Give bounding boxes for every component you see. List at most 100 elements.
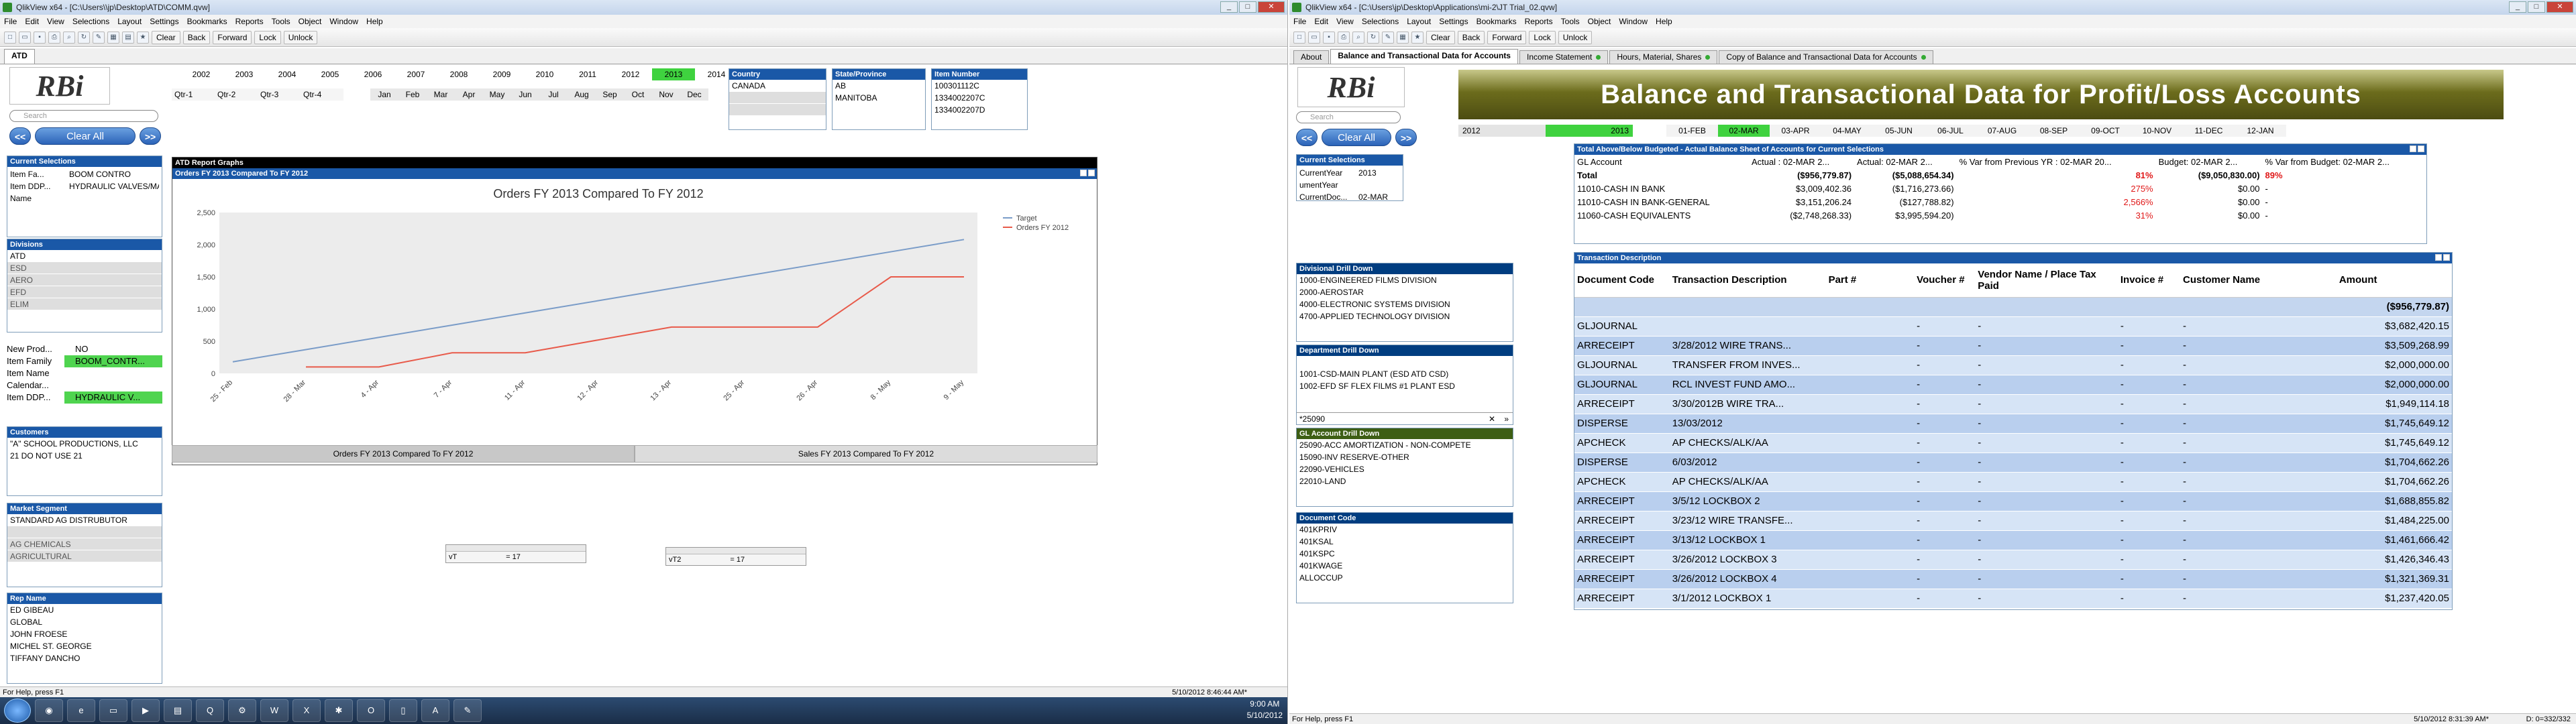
list-item[interactable]: 22010-LAND xyxy=(1297,475,1513,487)
maximize-icon[interactable]: □ xyxy=(2528,1,2545,13)
filter-row[interactable]: Item Name xyxy=(7,367,162,379)
table-row[interactable]: GLJOURNAL TRANSFER FROM INVES... - - - - $2,00… xyxy=(1574,355,2452,375)
search-icon[interactable]: ⌕ xyxy=(1352,31,1364,44)
star-icon[interactable]: ★ xyxy=(137,31,149,44)
year-option[interactable]: 2010 xyxy=(523,68,566,80)
maximize-icon[interactable]: □ xyxy=(1239,1,1256,13)
reload-icon[interactable]: ↻ xyxy=(78,31,90,44)
year-option[interactable]: 2006 xyxy=(352,68,394,80)
year-option[interactable]: 2007 xyxy=(394,68,437,80)
search-icon[interactable]: ⌕ xyxy=(63,31,75,44)
sheet-properties-icon[interactable]: ▤ xyxy=(122,31,134,44)
chart-tab-orders[interactable]: Orders FY 2013 Compared To FY 2012 xyxy=(172,445,635,463)
table-row[interactable]: ARRECEIPT 3/30/2012B WIRE TRA... - - - - $1,94… xyxy=(1574,394,2452,414)
selection-row[interactable]: umentYear xyxy=(1299,179,1400,191)
month-option[interactable]: Sep xyxy=(596,88,624,101)
table-row[interactable]: ARRECEIPT 3/26/2012 LOCKBOX 4- - - - $1,321,3… xyxy=(1574,569,2452,589)
qlikview-icon[interactable]: Q xyxy=(196,699,224,722)
year-option[interactable]: 2002 xyxy=(180,68,223,80)
list-item[interactable]: MICHEL ST. GEORGE xyxy=(7,640,162,652)
acrobat-icon[interactable]: A xyxy=(421,699,449,722)
date-option[interactable]: 04-MAY xyxy=(1821,125,1873,137)
column-header[interactable]: Actual : 02-MAR 2... xyxy=(1749,155,1854,168)
forward-button[interactable]: Forward xyxy=(1487,30,1527,44)
list-item[interactable]: STANDARD AG DISTRUBUTOR xyxy=(7,514,162,526)
year-option[interactable]: 2008 xyxy=(437,68,480,80)
date-option[interactable]: 02-MAR xyxy=(1718,125,1770,137)
transaction-table[interactable]: Document Code Transaction Description Part… xyxy=(1574,263,2452,609)
summary-minimize-icon[interactable] xyxy=(2418,145,2424,152)
date-option[interactable]: 05-JUN xyxy=(1873,125,1925,137)
date-option[interactable]: 10-NOV xyxy=(2131,125,2183,137)
next-search-icon[interactable]: » xyxy=(1504,413,1509,424)
folder-icon[interactable]: ▯ xyxy=(389,699,417,722)
list-item[interactable]: AB xyxy=(833,80,925,92)
star-icon[interactable]: ★ xyxy=(1411,31,1424,44)
filter-row[interactable]: Item Family BOOM_CONTR... xyxy=(7,355,162,367)
menu-item[interactable]: Settings xyxy=(150,17,178,26)
column-header[interactable]: Part # xyxy=(1825,263,1915,298)
table-row[interactable]: ARRECEIPT 3/23/12 WIRE TRANSFE... - - - - $1,4… xyxy=(1574,511,2452,531)
date-option[interactable]: 07-AUG xyxy=(1976,125,2028,137)
tab-1[interactable]: Balance and Transactional Data for Accou… xyxy=(1330,49,1518,64)
clear-button[interactable]: Clear xyxy=(1426,30,1455,44)
search-input[interactable]: Search xyxy=(1296,111,1401,123)
year-option[interactable]: 2013 xyxy=(1546,125,1633,137)
menu-item[interactable]: Tools xyxy=(272,17,290,26)
list-item[interactable] xyxy=(729,104,826,116)
year-option[interactable]: 2013 xyxy=(652,68,695,80)
lock-button[interactable]: Lock xyxy=(1529,30,1556,44)
filter-value[interactable]: NO xyxy=(64,343,162,355)
filter-row[interactable]: Calendar... xyxy=(7,379,162,391)
list-item[interactable]: AERO xyxy=(7,274,162,286)
table-row[interactable]: APCHECK AP CHECKS/ALK/AA - - - - $1,745,649.12 xyxy=(1574,433,2452,453)
new-icon[interactable]: □ xyxy=(1293,31,1305,44)
column-header[interactable]: Actual: 02-MAR 2... xyxy=(1854,155,1957,168)
minimize-icon[interactable]: _ xyxy=(2509,1,2526,13)
year-option[interactable]: 2004 xyxy=(266,68,309,80)
year-option[interactable]: 2009 xyxy=(480,68,523,80)
list-item[interactable]: ESD xyxy=(7,262,162,274)
month-option[interactable]: Feb xyxy=(398,88,427,101)
selection-row[interactable]: CurrentDoc... 02-MAR xyxy=(1299,191,1400,200)
year-option[interactable]: 2003 xyxy=(223,68,266,80)
quarter-option[interactable]: Qtr-2 xyxy=(215,88,258,101)
column-header[interactable]: Customer Name xyxy=(2180,263,2337,298)
year-option[interactable]: 2012 xyxy=(1458,125,1546,137)
menu-item[interactable]: Bookmarks xyxy=(187,17,227,26)
menu-item[interactable]: File xyxy=(4,17,17,26)
transaction-minimize-icon[interactable] xyxy=(2443,254,2450,261)
orders-line-chart[interactable]: Orders FY 2013 Compared To FY 2012 0 500 1,… xyxy=(172,179,1095,443)
close-icon[interactable]: ✕ xyxy=(2546,1,2573,13)
tab-2[interactable]: Income Statement xyxy=(1519,50,1609,64)
list-item[interactable]: "A" SCHOOL PRODUCTIONS, LLC xyxy=(7,438,162,450)
forward-nav-button[interactable]: >> xyxy=(1395,129,1417,146)
media-icon[interactable]: ▶ xyxy=(131,699,160,722)
date-option[interactable]: 06-JUL xyxy=(1925,125,1976,137)
table-viewer-icon[interactable]: ▦ xyxy=(1397,31,1409,44)
table-row[interactable]: ARRECEIPT 3/5/12 LOCKBOX 2- - - - $1,688,855.… xyxy=(1574,491,2452,511)
date-option[interactable]: 08-SEP xyxy=(2028,125,2080,137)
edit-script-icon[interactable]: ✎ xyxy=(1382,31,1394,44)
unlock-button[interactable]: Unlock xyxy=(1558,30,1593,44)
table-row[interactable]: Total ($956,779.87) ($5,088,654.34) 81% ($9,… xyxy=(1574,168,2426,182)
tab-atd[interactable]: ATD xyxy=(4,49,35,64)
filter-value[interactable]: HYDRAULIC V... xyxy=(64,391,162,404)
menu-item[interactable]: Window xyxy=(329,17,358,26)
chart-tab-sales[interactable]: Sales FY 2013 Compared To FY 2012 xyxy=(635,445,1097,463)
clear-all-button[interactable]: Clear All xyxy=(35,127,136,145)
open-icon[interactable]: ▭ xyxy=(1308,31,1320,44)
selection-row[interactable]: Item DDP... HYDRAULIC VALVES/MANIFOLDS xyxy=(10,180,159,192)
menu-item[interactable]: View xyxy=(47,17,64,26)
clear-search-icon[interactable]: ✕ xyxy=(1489,413,1495,424)
year-option[interactable]: 2005 xyxy=(309,68,352,80)
selection-row[interactable]: Name xyxy=(10,192,159,204)
date-option[interactable]: 11-DEC xyxy=(2183,125,2235,137)
list-item[interactable]: ELIM xyxy=(7,298,162,310)
table-row[interactable]: DISPERSE 13/03/2012- - - - $1,745,649.12 xyxy=(1574,414,2452,434)
list-item[interactable]: 401KWAGE xyxy=(1297,560,1513,572)
month-option[interactable]: Jun xyxy=(511,88,539,101)
list-item[interactable]: EFD xyxy=(7,286,162,298)
column-header[interactable]: Amount xyxy=(2336,263,2452,298)
list-item[interactable]: TIFFANY DANCHO xyxy=(7,652,162,664)
